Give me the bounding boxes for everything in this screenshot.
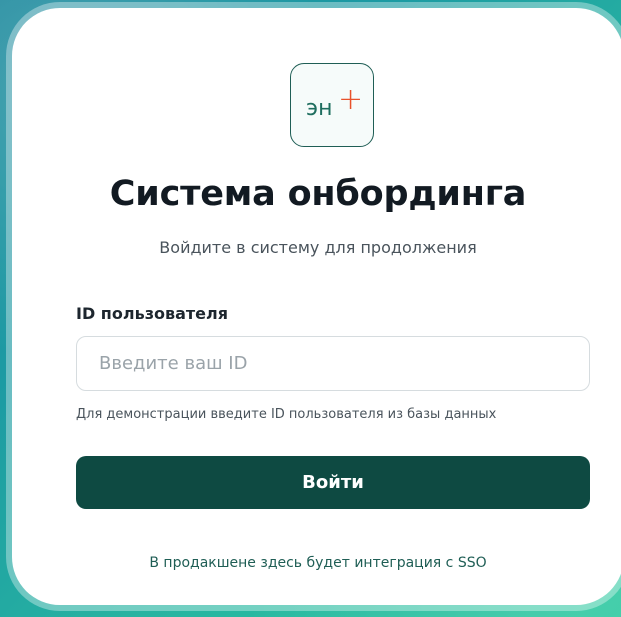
- page-subtitle: Войдите в систему для продолжения: [159, 238, 477, 257]
- brand-logo-icon: эн +: [306, 85, 362, 121]
- brand-logo: эн +: [290, 63, 374, 147]
- user-id-hint: Для демонстрации введите ID пользователя…: [76, 407, 497, 422]
- user-id-input[interactable]: [76, 336, 590, 391]
- brand-logo-text: эн: [306, 96, 332, 121]
- sso-note: В продакшене здесь будет интеграция с SS…: [149, 555, 487, 571]
- brand-logo-plus: +: [338, 85, 362, 117]
- login-card: эн + Система онбординга Войдите в систем…: [12, 8, 621, 605]
- login-button[interactable]: Войти: [76, 456, 590, 509]
- user-id-label: ID пользователя: [76, 304, 229, 323]
- page-title: Система онбординга: [109, 174, 527, 214]
